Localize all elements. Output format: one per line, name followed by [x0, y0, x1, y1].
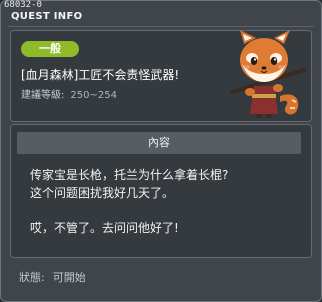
content-line: 传家宝是长枪，托兰为什么拿着长棍? — [30, 168, 229, 182]
content-header: 內容 — [17, 132, 301, 154]
status-value: 可開始 — [52, 271, 86, 284]
category-badge: 一般 — [21, 41, 79, 57]
content-line: 这个问题困扰我好几天了。 — [30, 186, 175, 200]
level-label: 建議等級: — [21, 90, 65, 101]
title-divider — [8, 26, 314, 27]
quest-id: 68032-0 — [4, 0, 42, 10]
window-title: QUEST INFO — [11, 11, 83, 22]
content-line: 哎，不管了。去问问他好了! — [30, 221, 179, 235]
red-panda-npc-icon — [230, 30, 306, 118]
level-range: 250~254 — [70, 90, 117, 101]
quest-status: 狀態: 可開始 — [19, 270, 86, 286]
status-label: 狀態: — [19, 271, 45, 284]
quest-name: [血月森林]工匠不会责怪武器! — [21, 68, 180, 82]
recommended-level: 建議等級: 250~254 — [21, 89, 117, 103]
